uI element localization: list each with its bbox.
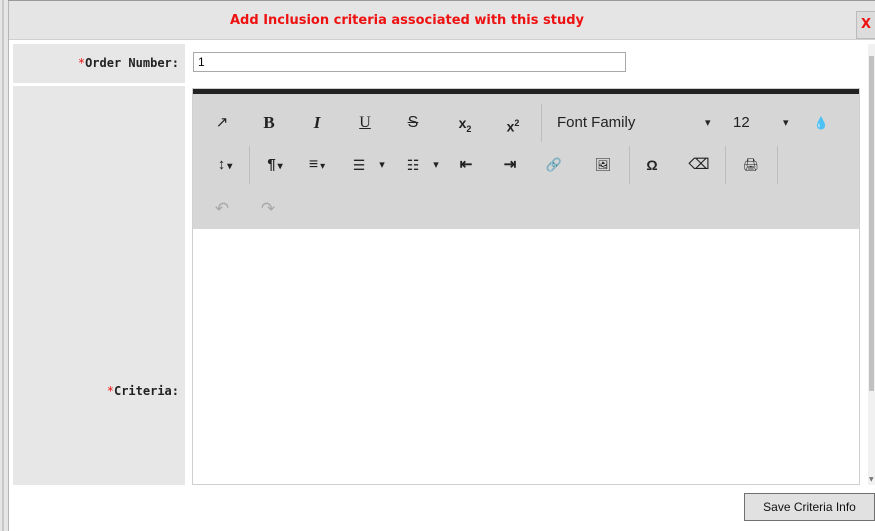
toolbar-separator <box>777 146 778 184</box>
paragraph-caret-icon: ▾ <box>277 161 283 172</box>
dialog-scrollbar[interactable]: ▼ <box>868 44 875 485</box>
line-height-caret-icon: ▾ <box>227 161 233 172</box>
italic-button[interactable]: I <box>307 112 327 134</box>
dialog-titlebar: Add Inclusion criteria associated with t… <box>9 1 875 40</box>
underline-button[interactable]: U <box>355 112 375 134</box>
redo-icon[interactable]: ↷ <box>257 198 279 220</box>
superscript-mark: 2 <box>514 118 520 128</box>
criteria-label-text: Criteria: <box>113 384 179 398</box>
paragraph-format-button[interactable]: ¶ ▾ <box>259 154 291 176</box>
edge-rule <box>2 0 4 531</box>
bold-button[interactable]: B <box>259 112 279 134</box>
fullscreen-icon[interactable]: ↗ <box>211 112 233 134</box>
order-number-label-text: Order Number: <box>85 56 179 70</box>
link-icon[interactable]: 🔗 <box>543 154 565 176</box>
editor-toolbar: ↗ B I U S x2 x2 Font Family ▾ 12 ▾ 💧 ↕ ▾ ¶ ▾… <box>193 94 859 229</box>
undo-icon[interactable]: ↶ <box>211 198 233 220</box>
print-icon[interactable]: 🖨 <box>739 154 763 176</box>
order-number-input[interactable] <box>193 52 626 72</box>
save-criteria-button[interactable]: Save Criteria Info <box>744 493 875 521</box>
order-number-label: *Order Number: <box>78 56 179 70</box>
text-color-icon[interactable]: 💧 <box>811 112 831 134</box>
toolbar-separator <box>725 146 726 184</box>
required-mark: * <box>106 384 114 398</box>
subscript-button[interactable]: x2 <box>453 112 477 134</box>
criteria-label: *Criteria: <box>107 384 179 398</box>
add-inclusion-criteria-dialog: Add Inclusion criteria associated with t… <box>0 0 875 531</box>
align-icon: ≡ <box>308 156 319 173</box>
line-height-icon: ↕ <box>217 156 226 173</box>
font-family-caret-icon: ▾ <box>705 117 711 129</box>
unordered-list-caret-icon[interactable]: ▾ <box>429 154 443 176</box>
image-icon[interactable]: 🖼 <box>591 154 615 176</box>
subscript-mark: 2 <box>466 123 472 134</box>
ordered-list-caret-icon[interactable]: ▾ <box>375 154 389 176</box>
special-characters-button[interactable]: Ω <box>641 154 663 176</box>
align-button[interactable]: ≡ ▾ <box>301 154 333 176</box>
eraser-icon[interactable]: ⌫ <box>687 154 711 176</box>
toolbar-separator <box>541 104 542 142</box>
indent-icon[interactable]: ⇥ <box>499 154 521 176</box>
background-edge <box>0 0 9 531</box>
superscript-button[interactable]: x2 <box>501 112 525 135</box>
outdent-icon[interactable]: ⇤ <box>455 154 477 176</box>
font-size-select[interactable]: 12 ▾ <box>733 112 797 134</box>
scroll-down-icon[interactable]: ▼ <box>869 476 874 483</box>
font-family-value: Font Family <box>557 114 636 131</box>
font-size-caret-icon: ▾ <box>783 117 789 129</box>
dialog-title: Add Inclusion criteria associated with t… <box>230 13 584 28</box>
toolbar-separator <box>249 146 250 184</box>
scrollbar-thumb[interactable] <box>869 56 874 391</box>
rich-text-editor: ↗ B I U S x2 x2 Font Family ▾ 12 ▾ 💧 ↕ ▾ ¶ ▾… <box>192 88 860 485</box>
line-height-button[interactable]: ↕ ▾ <box>209 154 241 176</box>
criteria-editor-area[interactable] <box>193 229 859 484</box>
font-family-select[interactable]: Font Family ▾ <box>557 112 717 134</box>
font-size-value: 12 <box>733 114 750 131</box>
strikethrough-button[interactable]: S <box>403 112 423 134</box>
align-caret-icon: ▾ <box>320 161 326 172</box>
ordered-list-icon[interactable]: ☰ <box>351 154 367 176</box>
order-number-label-cell: *Order Number: <box>13 44 185 83</box>
criteria-label-cell: *Criteria: <box>13 86 185 485</box>
close-button[interactable]: X <box>856 11 875 39</box>
paragraph-icon: ¶ <box>267 156 276 173</box>
unordered-list-icon[interactable]: ☷ <box>405 154 421 176</box>
required-mark: * <box>77 56 86 70</box>
toolbar-separator <box>629 146 630 184</box>
